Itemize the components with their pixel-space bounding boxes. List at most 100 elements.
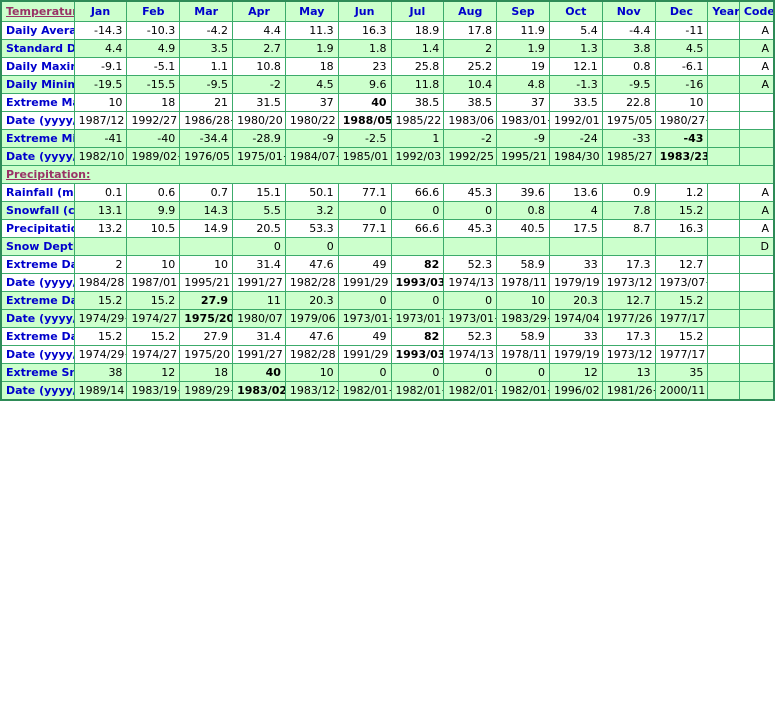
table-row: Date (yyyy/dd)1984/281987/011995/211991/…	[0, 273, 775, 292]
column-header-feb: Feb	[126, 0, 181, 22]
cell-mar: -4.2	[179, 21, 234, 40]
table-row: Extreme Snow Depth (cm)38121840100000121…	[0, 363, 775, 382]
cell-jul: 1985/22	[390, 111, 445, 130]
cell-may: 20.3	[284, 291, 339, 310]
cell-year	[707, 381, 740, 401]
cell-may: 11.3	[284, 21, 339, 40]
cell-mar: 27.9	[179, 327, 234, 346]
cell-dec: -11	[654, 21, 709, 40]
cell-mar: 1976/05	[179, 147, 234, 166]
cell-jan: 0.1	[73, 183, 128, 202]
cell-jul: 66.6	[390, 219, 445, 238]
cell-jun: 1991/29	[337, 273, 392, 292]
cell-oct: 1974/04	[548, 309, 603, 328]
cell-sep: 19	[496, 57, 550, 76]
cell-apr: -28.9	[232, 129, 286, 148]
cell-dec: -43	[654, 129, 709, 148]
cell-sep: 1982/01+	[496, 381, 550, 401]
cell-dec: 1983/23	[654, 147, 709, 166]
cell-jan: 4.4	[73, 39, 128, 58]
cell-year	[707, 147, 740, 166]
column-header-jul: Jul	[390, 0, 445, 22]
cell-jan: 10	[73, 93, 128, 112]
cell-apr: 1975/01+	[232, 147, 286, 166]
cell-jun: 9.6	[337, 75, 392, 94]
cell-aug: 45.3	[443, 183, 498, 202]
cell-nov: 3.8	[601, 39, 656, 58]
cell-aug: 1973/01+	[443, 309, 498, 328]
cell-jan: 15.2	[73, 291, 128, 310]
cell-jun: 77.1	[337, 219, 392, 238]
section-header-precipitation: Precipitation:	[0, 165, 775, 184]
cell-feb: 10	[126, 255, 181, 274]
row-label: Date (yyyy/dd)	[0, 381, 75, 401]
row-label: Snowfall (cm)	[0, 201, 75, 220]
cell-year	[707, 219, 740, 238]
cell-sep: 0.8	[496, 201, 550, 220]
cell-jul: 0	[390, 363, 445, 382]
cell-may: 1982/28	[284, 273, 339, 292]
cell-year	[707, 291, 740, 310]
cell-dec: 1977/17	[654, 309, 709, 328]
cell-year	[707, 93, 740, 112]
cell-oct: 1996/02	[548, 381, 603, 401]
cell-jul: 82	[390, 255, 445, 274]
cell-jun: -2.5	[337, 129, 392, 148]
cell-aug	[443, 237, 498, 256]
cell-oct: 12	[548, 363, 603, 382]
cell-oct: 17.5	[548, 219, 603, 238]
cell-dec: 10	[654, 93, 709, 112]
table-row: Extreme Daily Precipitation (mm)15.215.2…	[0, 327, 775, 346]
row-label: Date (yyyy/dd)	[0, 309, 75, 328]
cell-sep: 1983/29+	[496, 309, 550, 328]
cell-mar: 14.3	[179, 201, 234, 220]
cell-nov: 1981/26+	[601, 381, 656, 401]
cell-dec: 1.2	[654, 183, 709, 202]
cell-year	[707, 111, 740, 130]
cell-sep: 1.9	[496, 39, 550, 58]
cell-aug: 1974/13	[443, 273, 498, 292]
cell-jul: 25.8	[390, 57, 445, 76]
cell-dec: 15.2	[654, 291, 709, 310]
cell-may: 18	[284, 57, 339, 76]
table-row: Daily Minimum (°C)-19.5-15.5-9.5-24.59.6…	[0, 75, 775, 94]
cell-jul	[390, 237, 445, 256]
cell-code	[738, 273, 775, 292]
cell-code	[738, 309, 775, 328]
cell-may: 1982/28	[284, 345, 339, 364]
cell-aug: 52.3	[443, 255, 498, 274]
cell-jun: 23	[337, 57, 392, 76]
cell-jan: -9.1	[73, 57, 128, 76]
cell-aug: 0	[443, 363, 498, 382]
cell-mar: 1.1	[179, 57, 234, 76]
row-label: Daily Minimum (°C)	[0, 75, 75, 94]
cell-jul: 11.8	[390, 75, 445, 94]
cell-mar	[179, 237, 234, 256]
cell-year	[707, 255, 740, 274]
cell-oct: 1984/30	[548, 147, 603, 166]
cell-mar: 21	[179, 93, 234, 112]
cell-nov: -33	[601, 129, 656, 148]
cell-jan: 1989/14	[73, 381, 128, 401]
cell-apr: 11	[232, 291, 286, 310]
cell-feb: 15.2	[126, 291, 181, 310]
cell-aug: 0	[443, 201, 498, 220]
cell-jan: 1974/29+	[73, 345, 128, 364]
cell-sep: 1995/21	[496, 147, 550, 166]
table-row: Snowfall (cm)13.19.914.35.53.20000.847.8…	[0, 201, 775, 220]
section-header-temperature: Temperature:	[0, 0, 75, 22]
cell-aug: 1983/06	[443, 111, 498, 130]
cell-oct: 33	[548, 255, 603, 274]
cell-mar: 1975/20	[179, 309, 234, 328]
column-header-code: Code	[738, 0, 775, 22]
cell-may: 1.9	[284, 39, 339, 58]
cell-apr: 1991/27	[232, 273, 286, 292]
cell-oct: 1979/19	[548, 273, 603, 292]
column-header-may: May	[284, 0, 339, 22]
row-label: Date (yyyy/dd)	[0, 273, 75, 292]
cell-aug: 1974/13	[443, 345, 498, 364]
cell-jul: 66.6	[390, 183, 445, 202]
table-row: Date (yyyy/dd)1987/121992/271986/28+1980…	[0, 111, 775, 130]
cell-dec: 35	[654, 363, 709, 382]
cell-may: 47.6	[284, 327, 339, 346]
